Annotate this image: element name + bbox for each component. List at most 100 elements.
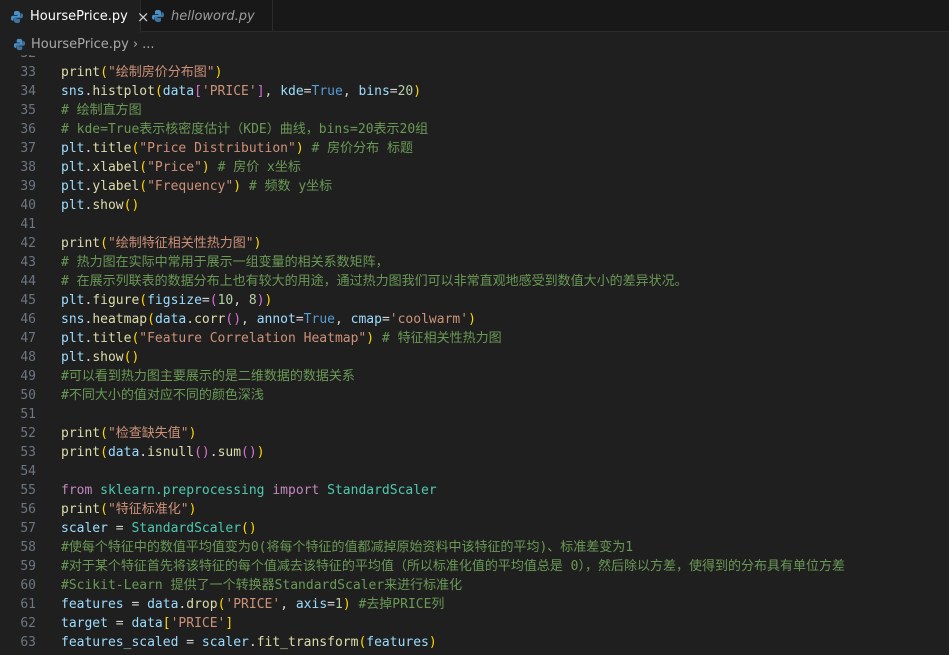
code-token: "检查缺失值" [107, 426, 189, 441]
code-line[interactable]: 52 print("检查缺失值") [0, 424, 949, 443]
code-token: ) [468, 312, 476, 327]
code-token: # kde=True表示核密度估计（KDE）曲线，bins=20表示20组 [61, 122, 429, 137]
code-token: # 特征相关性热力图 [381, 331, 502, 346]
tab-helloword[interactable]: helloword.py [141, 0, 273, 32]
code-token: "Feature Correlation Heatmap" [139, 331, 367, 346]
code-text: print("特征标准化") [61, 500, 196, 519]
code-line[interactable]: 60 #Scikit-Learn 提供了一个转换器StandardScaler来进… [0, 576, 949, 595]
code-line[interactable]: 34 sns.histplot(data['PRICE'], kde=True, … [0, 82, 949, 101]
code-text: #可以看到热力图主要展示的是二维数据的数据关系 [61, 367, 355, 386]
code-token: plt [61, 179, 85, 194]
code-text: plt.title("Feature Correlation Heatmap")… [61, 329, 502, 348]
code-token: . [248, 635, 257, 650]
breadcrumb-file[interactable]: HoursePrice.py [31, 37, 129, 52]
code-token: # 频数 y坐标 [248, 179, 333, 194]
code-token: print [61, 426, 101, 441]
code-line[interactable]: 40 plt.show() [0, 196, 949, 215]
code-token: show [92, 350, 124, 365]
code-token: , [264, 84, 281, 99]
code-token: StandardScaler [131, 521, 242, 536]
code-text: print("检查缺失值") [61, 424, 196, 443]
code-token: cmap [350, 312, 382, 327]
tab-hourseprice[interactable]: HoursePrice.py × [0, 0, 149, 33]
code-token: . [186, 312, 195, 327]
code-line[interactable]: 55 from sklearn.preprocessing import Stan… [0, 481, 949, 500]
code-token: # 房价分布 标题 [311, 141, 413, 156]
code-line[interactable]: 54 [0, 462, 949, 481]
code-line[interactable]: 36 # kde=True表示核密度估计（KDE）曲线，bins=20表示20组 [0, 120, 949, 139]
code-line[interactable]: 44 # 在展示列联表的数据分布上也有较大的用途，通过热力图我们可以非常直观地感受… [0, 272, 949, 291]
code-token: 8 [248, 293, 257, 308]
code-token: #对于某个特征首先将该特征的每个值减去该特征的平均值（所以标准化值的平均值总是 … [61, 559, 845, 574]
code-token: "绘制房价分布图" [107, 65, 215, 80]
code-line[interactable]: 42 print("绘制特征相关性热力图") [0, 234, 949, 253]
code-line[interactable]: 33 print("绘制房价分布图") [0, 63, 949, 82]
code-text: # 绘制直方图 [61, 101, 142, 120]
code-token: , [280, 597, 296, 612]
code-token: , [241, 312, 257, 327]
code-line[interactable]: 59 #对于某个特征首先将该特征的每个值减去该特征的平均值（所以标准化值的平均值总… [0, 557, 949, 576]
code-line[interactable]: 48 plt.show() [0, 348, 949, 367]
code-token: heatmap [92, 312, 148, 327]
code-line[interactable]: 63 features_scaled = scaler.fit_transform… [0, 633, 949, 652]
code-token: bins [358, 84, 390, 99]
code-token: ( [100, 65, 108, 80]
code-line[interactable]: 32 [0, 55, 949, 63]
code-token: ] [256, 84, 265, 99]
code-token: features [366, 635, 429, 650]
code-token: ) [428, 635, 437, 650]
code-token: sns [61, 312, 85, 327]
code-token: fit_transform [256, 635, 359, 650]
code-line[interactable]: 62 target = data['PRICE'] [0, 614, 949, 633]
code-editor[interactable]: 3233print("绘制房价分布图")34sns.histplot(data[… [0, 55, 949, 655]
line-number: 35 [20, 103, 36, 118]
code-line[interactable]: 53 print(data.isnull().sum()) [0, 443, 949, 462]
code-token: #去掉PRICE列 [358, 597, 445, 612]
code-token: = [327, 597, 335, 612]
code-line[interactable]: 50 #不同大小的值对应不同的颜色深浅 [0, 386, 949, 405]
code-token: 'PRICE' [225, 597, 281, 612]
line-number: 32 [0, 55, 36, 63]
code-line[interactable]: 35 # 绘制直方图 [0, 101, 949, 120]
code-token: "Price" [147, 160, 202, 175]
code-line[interactable]: 47 plt.title("Feature Correlation Heatmap… [0, 329, 949, 348]
line-number: 50 [20, 388, 36, 403]
code-line[interactable]: 37 plt.title("Price Distribution") # 房价分布… [0, 139, 949, 158]
code-line[interactable]: 45 plt.figure(figsize=(10, 8)) [0, 291, 949, 310]
code-token: data [154, 312, 187, 327]
code-line[interactable]: 46 sns.heatmap(data.corr(), annot=True, c… [0, 310, 949, 329]
code-text: plt.title("Price Distribution") # 房价分布 标… [61, 139, 413, 158]
code-token: sns [61, 84, 85, 99]
code-token: True [311, 84, 343, 99]
code-token: isnull [147, 445, 195, 460]
code-token: xlabel [92, 160, 140, 175]
code-token: [ [162, 616, 171, 631]
code-line[interactable]: 51 [0, 405, 949, 424]
code-token: data [147, 597, 179, 612]
code-token: data [131, 616, 163, 631]
code-line[interactable]: 56 print("特征标准化") [0, 500, 949, 519]
code-token: plt [61, 141, 85, 156]
code-line[interactable]: 43 # 热力图在实际中常用于展示一组变量的相关系数矩阵， [0, 253, 949, 272]
code-text: plt.show() [61, 348, 139, 367]
code-text: plt.xlabel("Price") # 房价 x坐标 [61, 158, 301, 177]
code-line[interactable]: 38 plt.xlabel("Price") # 房价 x坐标 [0, 158, 949, 177]
line-number: 40 [20, 198, 36, 213]
line-number: 36 [20, 122, 36, 137]
code-token: = [303, 84, 312, 99]
code-token: ( [209, 293, 218, 308]
code-line[interactable]: 49 #可以看到热力图主要展示的是二维数据的数据关系 [0, 367, 949, 386]
code-token: ( [100, 502, 108, 517]
code-token: ) [264, 293, 273, 308]
code-line[interactable]: 39 plt.ylabel("Frequency") # 频数 y坐标 [0, 177, 949, 196]
code-line[interactable]: 58 #使每个特征中的数值平均值变为0(将每个特征的值都减掉原始资料中该特征的平均… [0, 538, 949, 557]
code-token: features [61, 597, 124, 612]
code-line[interactable]: 61 features = data.drop('PRICE', axis=1) … [0, 595, 949, 614]
code-line[interactable]: 41 [0, 215, 949, 234]
code-token: figure [92, 293, 140, 308]
breadcrumb-symbols[interactable]: ... [142, 37, 154, 52]
code-line[interactable]: 57 scaler = StandardScaler() [0, 519, 949, 538]
code-token: ) [342, 597, 351, 612]
